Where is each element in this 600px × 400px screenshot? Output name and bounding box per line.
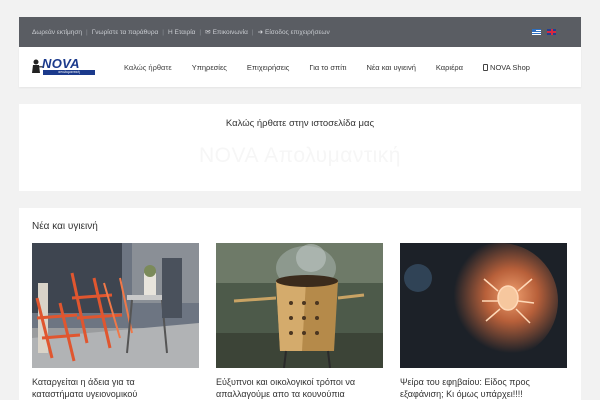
separator: | — [162, 28, 164, 36]
english-flag-icon[interactable] — [547, 29, 556, 35]
welcome-watermark-title: NOVA Απολυμαντική — [199, 144, 401, 167]
article-image-cafe-chairs[interactable] — [32, 243, 199, 368]
article-title-line-2: εξαφάνιση; Κι όμως υπάρχει!!!! — [400, 389, 523, 399]
article-title[interactable]: Εύξυπνοι και οικολογικοί τρόποι να απαλλ… — [216, 376, 383, 400]
welcome-section: Καλώς ήρθατε στην ιστοσελίδα μας NOVA Απ… — [19, 104, 581, 191]
menu-item-shop[interactable]: NOVA Shop — [473, 47, 540, 87]
menu-item-home[interactable]: Για το σπίτι — [299, 47, 356, 87]
article-title[interactable]: Ψείρα του εφηβαίου: Είδος προς εξαφάνιση… — [400, 376, 567, 400]
language-switcher — [532, 29, 556, 35]
logo-text: NOVA — [42, 56, 80, 71]
news-section-title: Νέα και υγιεινή — [32, 221, 98, 232]
top-bar: Δωρεάν εκτίμηση | Γνωρίστε τα παράθυρα |… — [19, 17, 581, 47]
menu-item-career[interactable]: Καριέρα — [426, 47, 473, 87]
greek-flag-icon[interactable] — [532, 29, 541, 35]
article-image-louse-closeup[interactable] — [400, 243, 567, 368]
separator: | — [85, 28, 88, 36]
menu-item-news[interactable]: Νέα και υγιεινή — [357, 47, 426, 87]
logo-subtitle: απολυμαντική — [43, 70, 95, 75]
welcome-heading: Καλώς ήρθατε στην ιστοσελίδα μας — [225, 118, 375, 129]
menu-item-shop-label: NOVA Shop — [490, 62, 530, 72]
envelope-icon: ✉ — [205, 29, 211, 36]
menu-item-businesses[interactable]: Επιχειρήσεις — [237, 47, 299, 87]
top-link-contact-label: Επικοινωνία — [212, 29, 248, 36]
shop-bag-icon — [483, 63, 489, 71]
article-card[interactable]: Εύξυπνοι και οικολογικοί τρόποι να απαλλ… — [216, 243, 383, 400]
article-title-line-2: καταστήματα υγειονομικού — [32, 389, 138, 399]
article-title-line-2: απαλλαγούμε απο τα κουνούπια — [216, 389, 345, 399]
top-link-business-login[interactable]: ➜ Είσοδος επιχειρήσεων — [258, 28, 330, 36]
top-link-free-estimate[interactable]: Δωρεάν εκτίμηση — [32, 29, 82, 36]
sign-in-icon: ➜ — [257, 29, 264, 36]
main-menu: Καλώς ήρθατε Υπηρεσίες Επιχειρήσεις Για … — [114, 47, 540, 87]
top-link-company[interactable]: Η Εταιρία — [168, 29, 195, 36]
article-title-line-1: Ψείρα του εφηβαίου: Είδος προς — [400, 377, 530, 387]
news-section: Νέα και υγιεινή Καταργείται η άδεια για … — [19, 208, 581, 400]
main-navbar: NOVA απολυμαντική Καλώς ήρθατε Υπηρεσίες… — [19, 47, 581, 87]
article-image-mosquito-burner[interactable] — [216, 243, 383, 368]
separator: | — [251, 28, 254, 36]
top-link-windows[interactable]: Γνωρίστε τα παράθυρα — [92, 29, 159, 36]
article-title-line-1: Εύξυπνοι και οικολογικοί τρόποι να — [216, 377, 356, 387]
article-title-line-1: Καταργείται η άδεια για τα — [32, 377, 135, 387]
article-card[interactable]: Καταργείται η άδεια για τα καταστήματα υ… — [32, 243, 199, 400]
separator: | — [199, 28, 202, 36]
menu-item-services[interactable]: Υπηρεσίες — [182, 47, 237, 87]
top-link-contact[interactable]: ✉ Επικοινωνία — [205, 28, 248, 36]
article-card[interactable]: Ψείρα του εφηβαίου: Είδος προς εξαφάνιση… — [400, 243, 567, 400]
article-title[interactable]: Καταργείται η άδεια για τα καταστήματα υ… — [32, 376, 199, 400]
nova-logo[interactable]: NOVA απολυμαντική — [31, 57, 95, 77]
menu-item-welcome[interactable]: Καλώς ήρθατε — [114, 47, 182, 87]
top-link-business-login-label: Είσοδος επιχειρήσεων — [265, 29, 330, 36]
top-links: Δωρεάν εκτίμηση | Γνωρίστε τα παράθυρα |… — [32, 17, 330, 47]
